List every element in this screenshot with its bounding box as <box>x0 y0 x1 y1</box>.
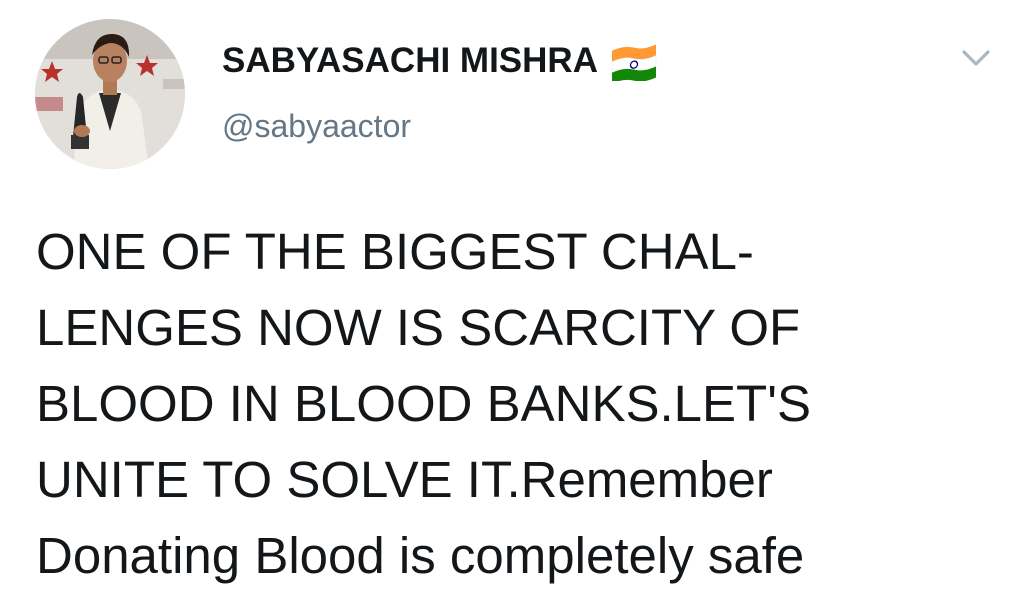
username-handle[interactable]: @sabyaactor <box>222 108 411 145</box>
india-flag-icon <box>610 41 658 84</box>
profile-photo-icon <box>35 19 185 169</box>
tweet-text-line: ONE OF THE BIGGEST CHAL- <box>36 223 754 280</box>
display-name[interactable]: SABYASACHI MISHRA <box>222 41 598 81</box>
tweet-text-line: LENGES NOW IS SCARCITY OF <box>36 299 801 356</box>
tweet-text: ONE OF THE BIGGEST CHAL- LENGES NOW IS S… <box>36 214 1006 594</box>
tweet-text-line: BLOOD IN BLOOD BANKS.LET'S <box>36 375 811 432</box>
tweet-card: SABYASACHI MISHRA @sabyaactor ONE OF THE… <box>0 0 1024 605</box>
tweet-text-line: UNITE TO SOLVE IT.Remember <box>36 451 773 508</box>
avatar[interactable] <box>35 19 185 169</box>
chevron-down-icon[interactable] <box>960 46 992 70</box>
author-name-row: SABYASACHI MISHRA <box>222 36 658 86</box>
tweet-text-line: Donating Blood is completely safe <box>36 527 805 584</box>
